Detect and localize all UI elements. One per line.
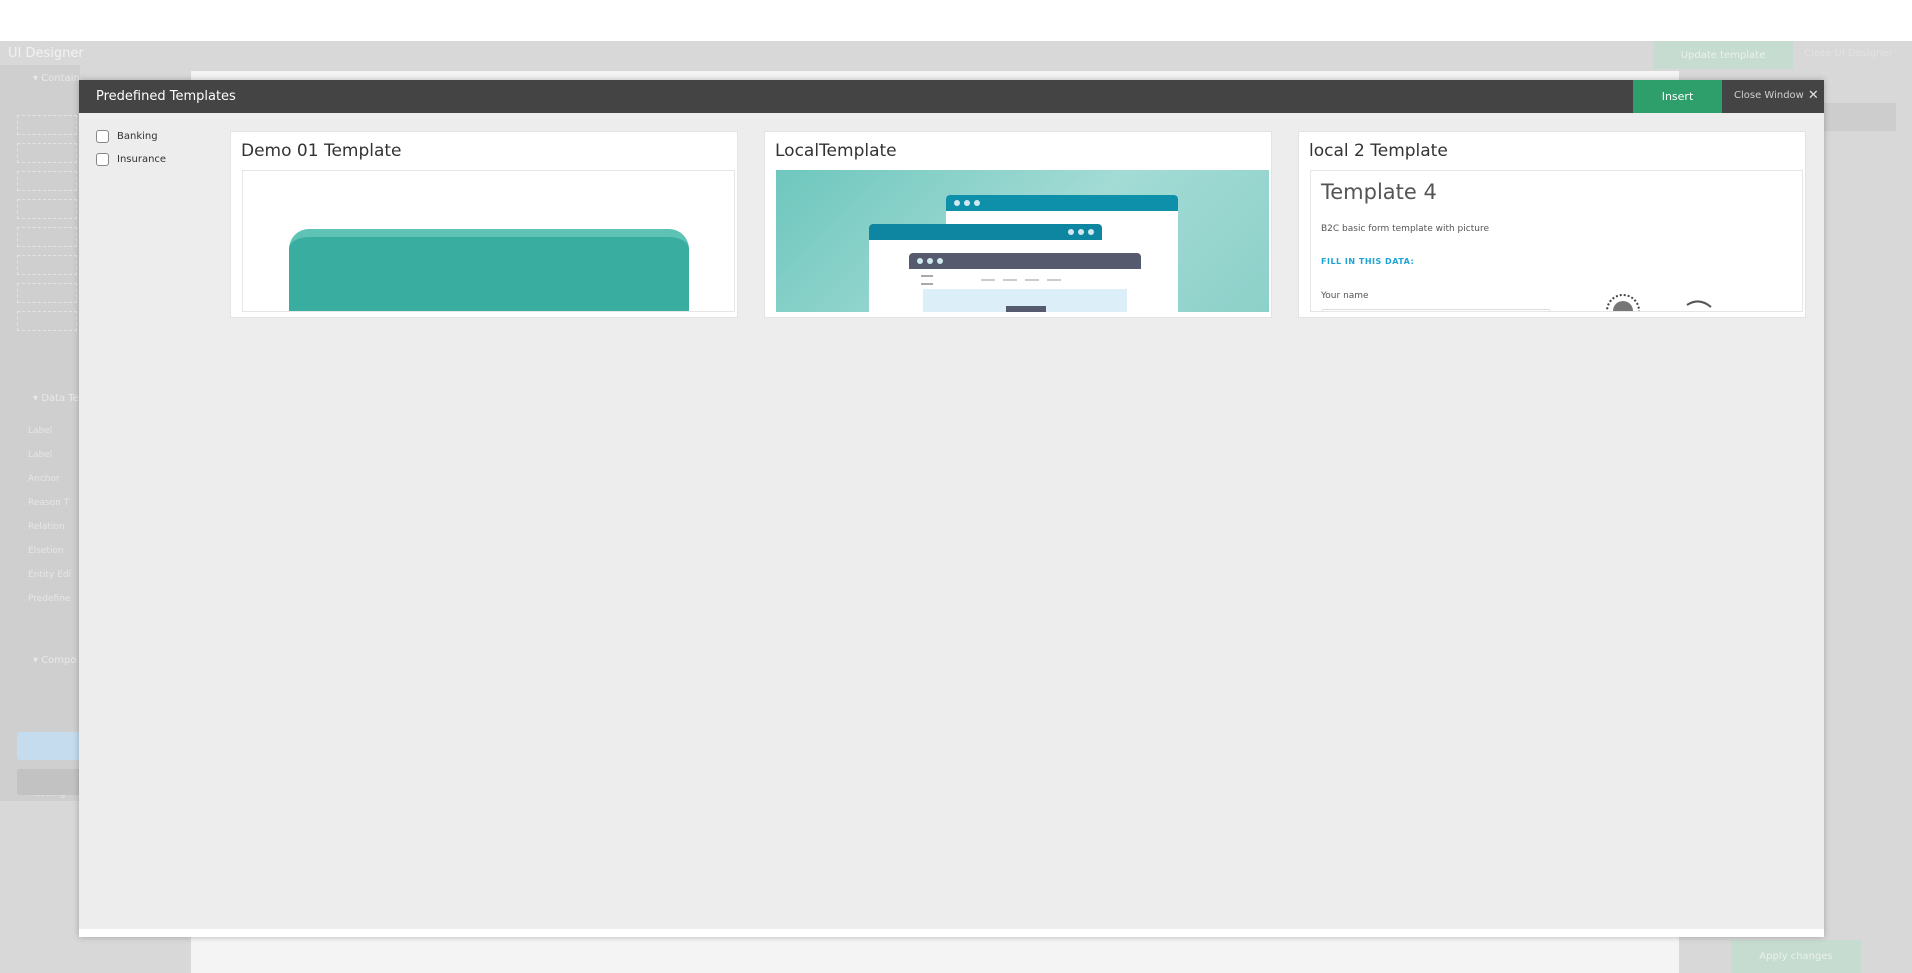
preview-input	[1321, 309, 1551, 311]
preview-illustration	[1606, 294, 1712, 311]
ghost-item: Label	[28, 426, 53, 436]
section-data-templates[interactable]: ▾ Data Te	[33, 393, 79, 404]
preview-heading: Template 4	[1321, 180, 1437, 204]
preview-subtitle: B2C basic form template with picture	[1321, 224, 1489, 234]
ghost-item: Reason T	[28, 498, 70, 508]
banking-checkbox[interactable]	[96, 130, 109, 143]
section-components[interactable]: ▾ Compo	[33, 655, 77, 666]
app-title: UI Designer	[8, 46, 84, 61]
ghost-box	[17, 227, 77, 247]
template-card-demo01[interactable]: Demo 01 Template	[230, 131, 738, 318]
ghost-box	[17, 115, 77, 135]
template-preview	[242, 170, 735, 312]
apply-changes-button[interactable]: Apply changes	[1731, 940, 1861, 973]
ghost-item: Entity Edi	[28, 570, 72, 580]
modal-footer-strip	[79, 929, 1824, 937]
modal-title: Predefined Templates	[96, 89, 236, 104]
template-title: Demo 01 Template	[241, 141, 402, 161]
ghost-item: Predefine	[28, 594, 71, 604]
menu-icon	[921, 275, 933, 285]
template-preview: Template 4 B2C basic form template with …	[1310, 170, 1803, 312]
close-ui-designer-link[interactable]: Close UI Designer	[1804, 48, 1893, 59]
ghost-item: Anchor	[28, 474, 60, 484]
filter-label: Banking	[117, 131, 158, 142]
template-preview	[776, 170, 1269, 312]
preview-shape	[289, 229, 689, 311]
ghost-box	[17, 255, 77, 275]
ghost-item: Label	[28, 450, 53, 460]
predefined-templates-modal: Predefined Templates Insert Close Window…	[79, 80, 1824, 937]
preview-window	[909, 253, 1141, 312]
ghost-box	[17, 311, 77, 331]
close-window-label: Close Window	[1734, 90, 1804, 101]
top-strip	[0, 0, 1912, 41]
insert-button[interactable]: Insert	[1633, 80, 1722, 113]
close-window-button[interactable]: Close Window ✕	[1734, 87, 1819, 103]
preview-bar	[1006, 306, 1046, 312]
ghost-box	[17, 199, 77, 219]
template-title: LocalTemplate	[775, 141, 897, 161]
preview-field-label: Your name	[1321, 291, 1369, 301]
ghost-box	[17, 283, 77, 303]
filter-insurance[interactable]: Insurance	[96, 153, 166, 166]
modal-header: Predefined Templates Insert Close Window…	[79, 80, 1824, 113]
preview-line	[981, 279, 1067, 281]
close-icon: ✕	[1807, 87, 1819, 103]
preview-section-label: FILL IN THIS DATA:	[1321, 257, 1415, 266]
template-card-local2[interactable]: local 2 Template Template 4 B2C basic fo…	[1298, 131, 1806, 318]
ghost-item: Relation	[28, 522, 65, 532]
insurance-checkbox[interactable]	[96, 153, 109, 166]
ghost-box	[17, 143, 77, 163]
update-template-button[interactable]: Update template	[1653, 41, 1793, 69]
filter-banking[interactable]: Banking	[96, 130, 158, 143]
ghost-item: Elsetion	[28, 546, 64, 556]
template-card-localtemplate[interactable]: LocalTemplate	[764, 131, 1272, 318]
toolbox-panel: ▾ Contain ▾ Data Te Label Label Anchor R…	[0, 65, 80, 801]
template-title: local 2 Template	[1309, 141, 1448, 161]
section-containers[interactable]: ▾ Contain	[33, 73, 80, 84]
ghost-box	[17, 171, 77, 191]
filter-label: Insurance	[117, 154, 167, 165]
